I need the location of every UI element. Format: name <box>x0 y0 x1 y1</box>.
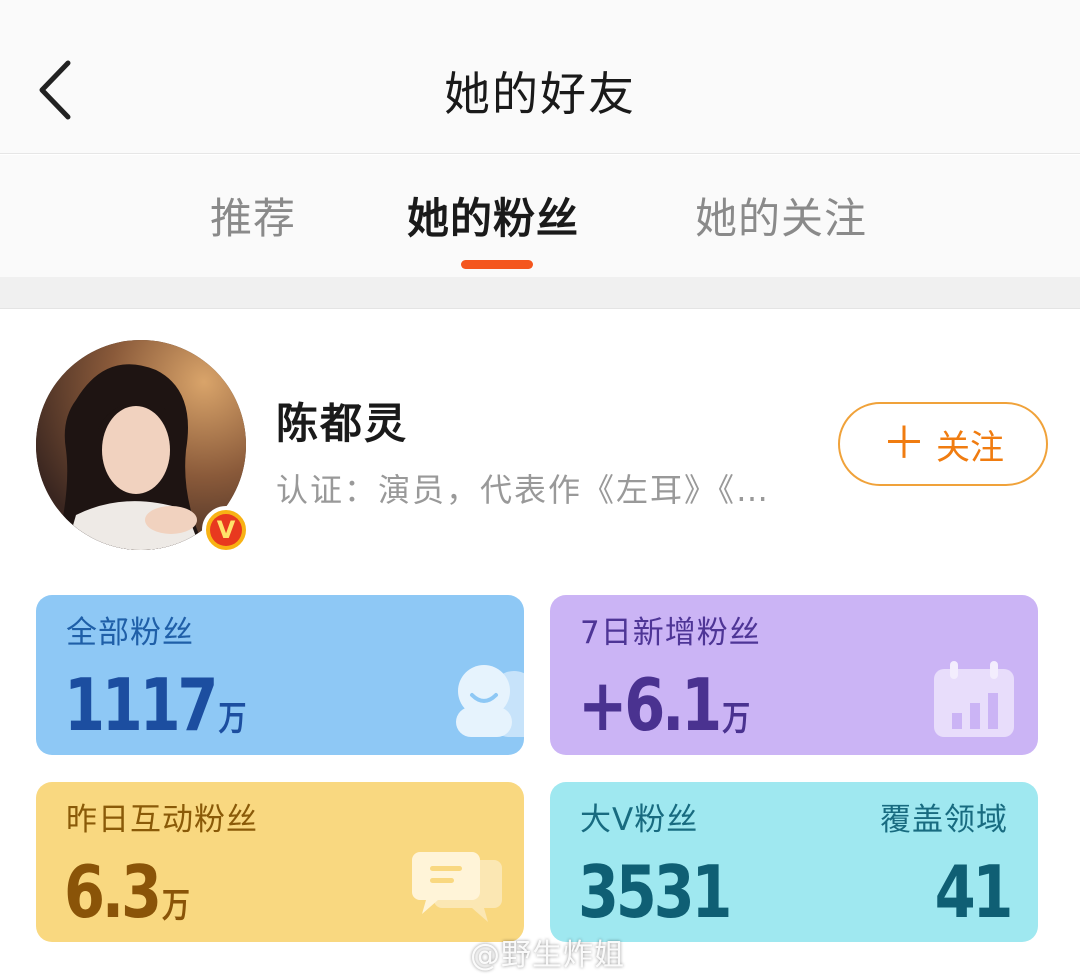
active-fans-label: 昨日互动粉丝 <box>66 802 258 838</box>
calendar-chart-icon <box>934 661 1014 737</box>
section-divider <box>0 277 1080 309</box>
all-fans-card[interactable]: 全部粉丝 1117万 <box>36 595 524 755</box>
follow-button[interactable]: ＋ 关注 <box>838 402 1048 486</box>
follow-button-label: 关注 <box>936 427 1004 468</box>
active-tab-indicator <box>461 260 533 269</box>
new-fans-7d-card[interactable]: 7日新增粉丝 +6.1万 <box>550 595 1038 755</box>
big-v-fans-card[interactable]: 大V粉丝 覆盖领域 3531 41 <box>550 782 1038 942</box>
certification-text: 认证：演员，代表作《左耳》《… <box>276 471 771 509</box>
new-fans-7d-label: 7日新增粉丝 <box>580 615 761 651</box>
user-name[interactable]: 陈都灵 <box>276 390 408 451</box>
top-nav-bar: 她的好友 <box>0 0 1080 154</box>
tab-bar: 推荐 她的粉丝 她的关注 <box>0 155 1080 277</box>
new-fans-7d-value: +6.1万 <box>578 663 751 747</box>
coverage-value: 41 <box>934 850 1013 934</box>
verified-badge-icon: V <box>202 506 250 554</box>
big-v-fans-value: 3531 <box>578 850 732 934</box>
tab-recommended[interactable]: 推荐 <box>210 185 296 246</box>
chat-bubble-icon <box>412 852 502 922</box>
big-v-fans-label: 大V粉丝 <box>580 802 699 838</box>
active-fans-value: 6.3万 <box>64 850 190 934</box>
watermark: @野生炸姐 <box>470 938 625 973</box>
tab-her-fans[interactable]: 她的粉丝 <box>407 185 579 246</box>
page-title: 她的好友 <box>444 67 636 121</box>
coverage-label: 覆盖领域 <box>880 802 1008 838</box>
all-fans-value: 1117万 <box>64 663 247 747</box>
active-fans-card[interactable]: 昨日互动粉丝 6.3万 <box>36 782 524 942</box>
fans-group-icon <box>456 665 524 737</box>
all-fans-label: 全部粉丝 <box>66 615 194 651</box>
profile-card: V 陈都灵 认证：演员，代表作《左耳》《… ＋ 关注 <box>0 310 1080 580</box>
tab-her-following[interactable]: 她的关注 <box>695 185 867 246</box>
plus-icon: ＋ <box>882 418 926 469</box>
